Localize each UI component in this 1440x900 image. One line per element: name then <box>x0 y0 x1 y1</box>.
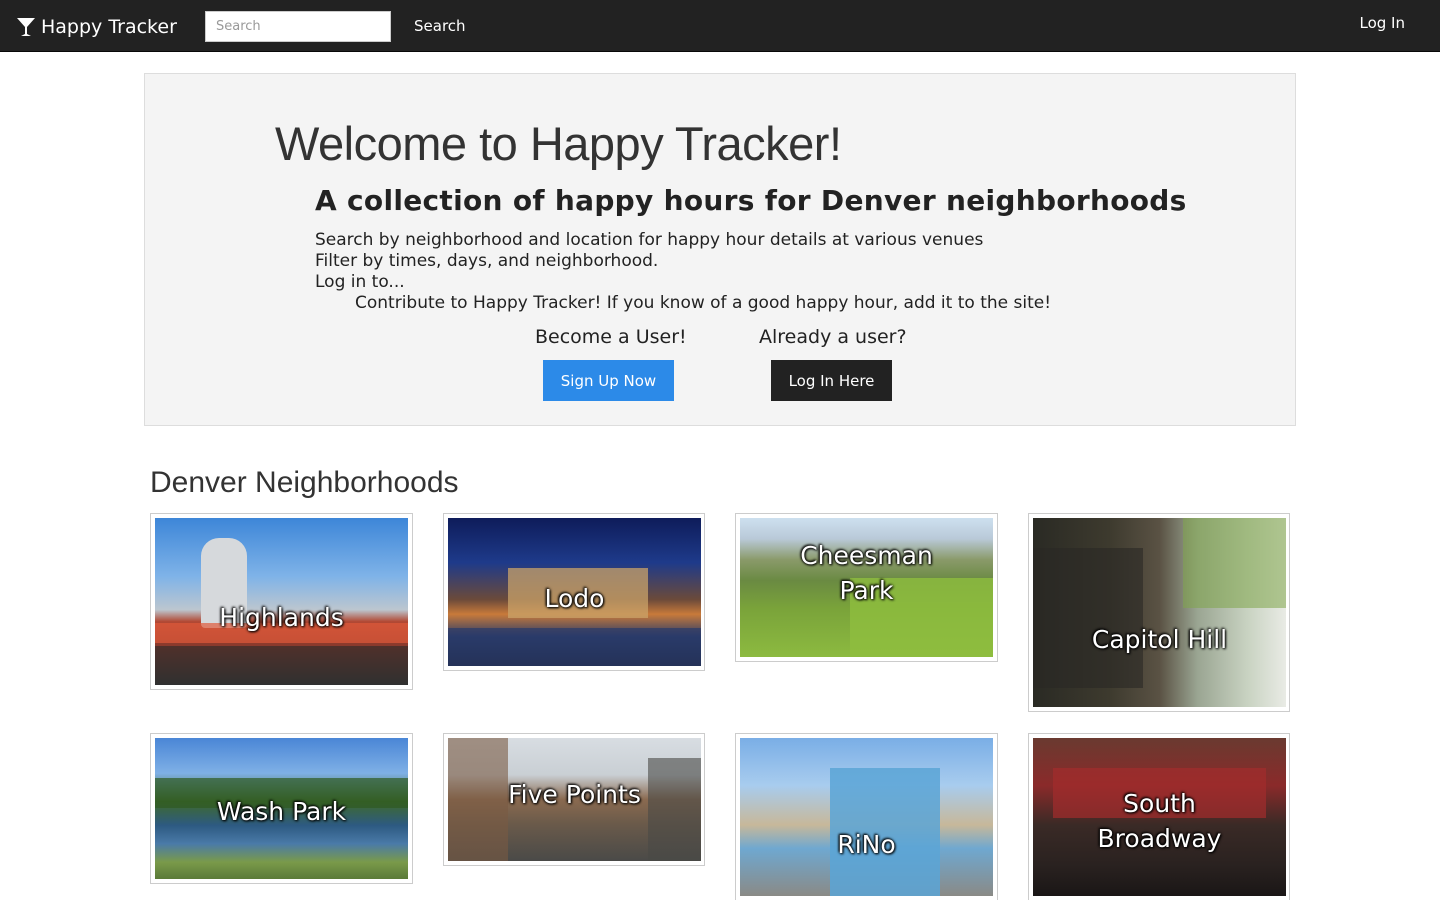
brand-name: Happy Tracker <box>41 16 177 38</box>
neighborhood-label: South Broadway <box>1097 789 1222 853</box>
neighborhood-tile-cheesman-park[interactable]: Cheesman Park <box>735 513 998 662</box>
description-line: Contribute to Happy Tracker! If you know… <box>355 293 1052 313</box>
neighborhood-tile-capitol-hill[interactable]: Capitol Hill <box>1028 513 1290 712</box>
description-line: Log in to... <box>315 272 405 292</box>
neighborhood-tile-lodo[interactable]: Lodo <box>443 513 705 671</box>
login-prompt: Already a user? <box>759 326 907 348</box>
neighborhood-tile-five-points[interactable]: Five Points <box>443 733 705 866</box>
neighborhood-tile-rino[interactable]: RiNo <box>735 733 998 900</box>
brand-link[interactable]: Happy Tracker <box>16 14 177 40</box>
cocktail-glass-icon <box>16 16 36 38</box>
welcome-jumbotron: Welcome to Happy Tracker! A collection o… <box>144 73 1296 426</box>
description-line: Filter by times, days, and neighborhood. <box>315 251 659 271</box>
neighborhood-label: RiNo <box>837 830 896 859</box>
neighborhood-image: Five Points <box>448 738 701 861</box>
neighborhood-label: Capitol Hill <box>1091 625 1228 654</box>
navbar: Happy Tracker Search Log In <box>0 0 1440 52</box>
description-line: Search by neighborhood and location for … <box>315 230 984 250</box>
signup-prompt: Become a User! <box>535 326 687 348</box>
neighborhood-tile-highlands[interactable]: Highlands <box>150 513 413 690</box>
search-button[interactable]: Search <box>404 14 476 39</box>
neighborhoods-heading: Denver Neighborhoods <box>150 466 459 499</box>
neighborhood-image: Cheesman Park <box>740 518 993 657</box>
nav-login-link[interactable]: Log In <box>1360 12 1406 34</box>
neighborhood-label: Wash Park <box>216 797 347 826</box>
search-input[interactable] <box>205 11 391 42</box>
neighborhood-tile-south-broadway[interactable]: South Broadway <box>1028 733 1290 900</box>
neighborhood-tile-wash-park[interactable]: Wash Park <box>150 733 413 884</box>
sign-up-button[interactable]: Sign Up Now <box>543 360 674 401</box>
neighborhood-image: South Broadway <box>1033 738 1286 896</box>
neighborhood-label: Lodo <box>544 584 605 613</box>
neighborhood-label: Five Points <box>508 780 641 809</box>
log-in-here-button[interactable]: Log In Here <box>771 360 892 401</box>
neighborhood-image: Highlands <box>155 518 408 685</box>
neighborhood-image: Wash Park <box>155 738 408 879</box>
neighborhood-image: Capitol Hill <box>1033 518 1286 707</box>
page-subtitle: A collection of happy hours for Denver n… <box>315 184 1187 217</box>
neighborhood-image: RiNo <box>740 738 993 896</box>
page-title: Welcome to Happy Tracker! <box>275 117 842 170</box>
neighborhood-image: Lodo <box>448 518 701 666</box>
neighborhood-label: Highlands <box>219 603 344 632</box>
neighborhood-label: Cheesman Park <box>800 541 933 605</box>
